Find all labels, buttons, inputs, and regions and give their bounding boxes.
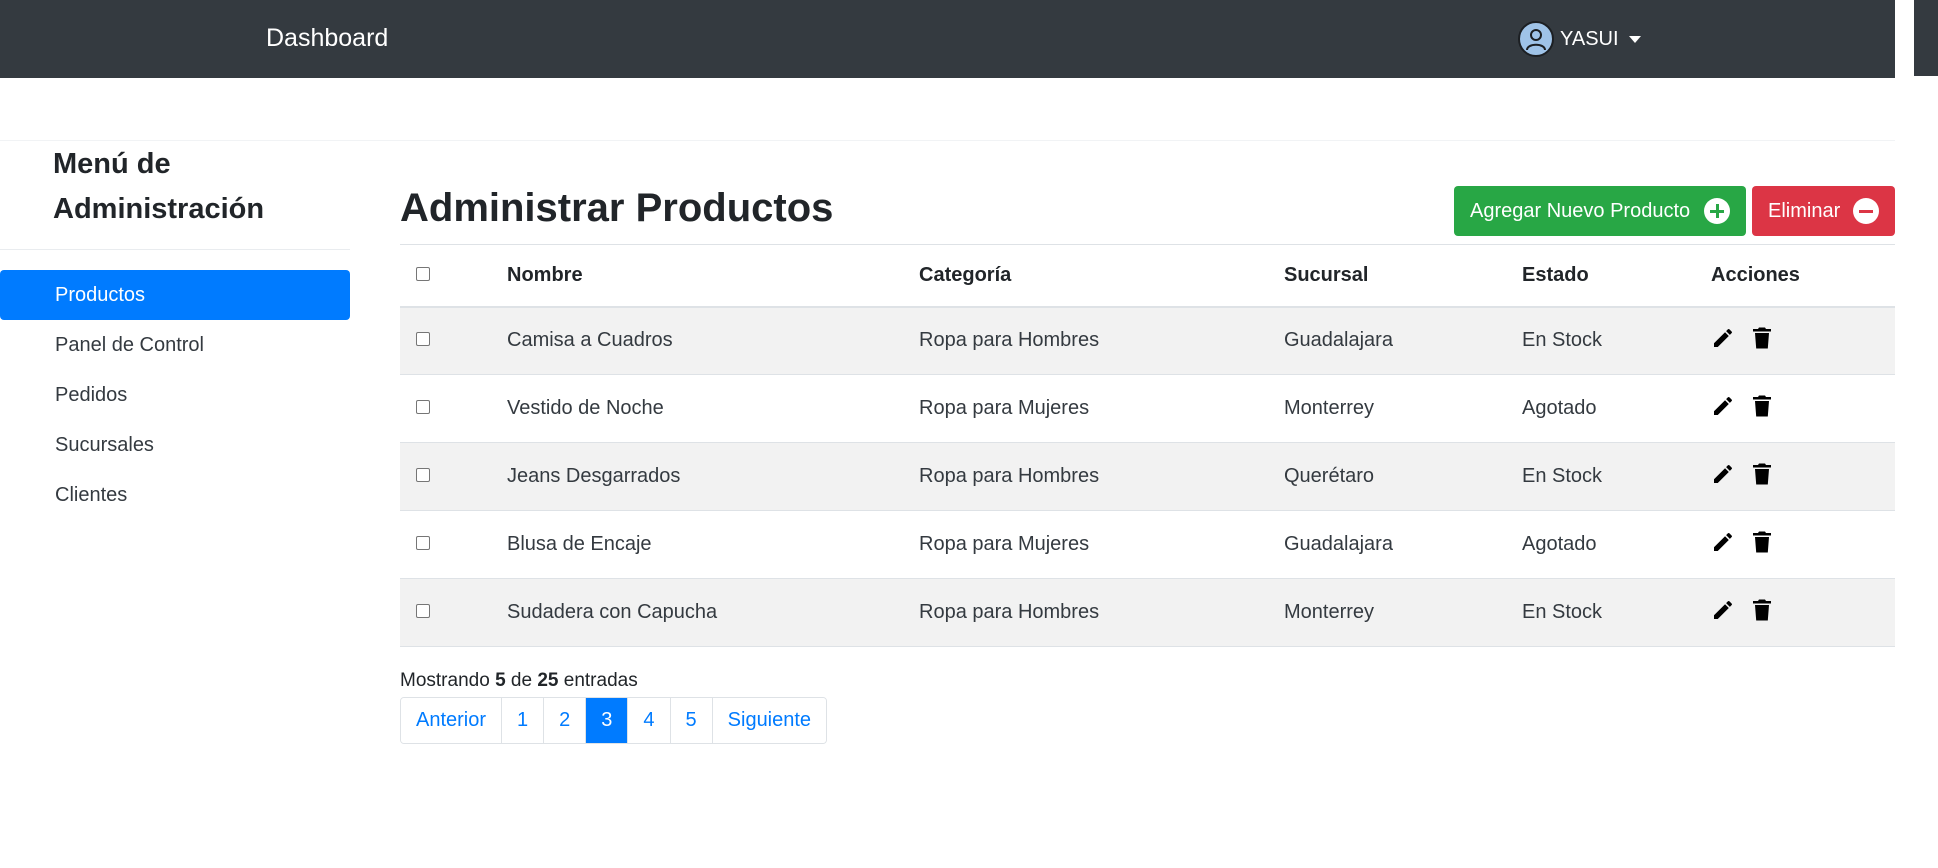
- table-row: Jeans Desgarrados Ropa para Hombres Quer…: [400, 442, 1895, 511]
- pagination-prev[interactable]: Anterior: [401, 698, 502, 743]
- row-checkbox[interactable]: [416, 468, 430, 482]
- row-select-cell: [400, 374, 507, 443]
- select-all-checkbox[interactable]: [416, 266, 430, 281]
- cell-branch: Querétaro: [1284, 442, 1522, 511]
- table-row: Sudadera con Capucha Ropa para Hombres M…: [400, 578, 1895, 647]
- top-navbar: Dashboard YASUI: [0, 0, 1895, 78]
- cell-branch: Monterrey: [1284, 374, 1522, 443]
- cell-category: Ropa para Hombres: [919, 442, 1284, 511]
- row-select-cell: [400, 510, 507, 579]
- minus-circle-icon: [1853, 198, 1879, 224]
- delete-button[interactable]: Eliminar: [1752, 186, 1895, 236]
- header-nombre: Nombre: [507, 244, 919, 308]
- shown-count: 5: [495, 670, 506, 691]
- pagination-page-2[interactable]: 2: [543, 698, 586, 743]
- sidebar-item-sucursales[interactable]: Sucursales: [0, 420, 350, 470]
- cell-status: En Stock: [1522, 442, 1711, 511]
- chevron-down-icon: [1628, 35, 1641, 43]
- edit-pencil-icon[interactable]: [1711, 394, 1735, 424]
- cell-branch: Guadalajara: [1284, 510, 1522, 579]
- cell-category: Ropa para Hombres: [919, 306, 1284, 375]
- cell-category: Ropa para Mujeres: [919, 510, 1284, 579]
- sidebar-title: Menú de Administración: [53, 148, 265, 225]
- sidebar-nav: Productos Panel de Control Pedidos Sucur…: [0, 270, 350, 520]
- trash-icon[interactable]: [1751, 462, 1773, 492]
- cell-branch: Monterrey: [1284, 578, 1522, 647]
- trash-icon[interactable]: [1751, 326, 1773, 356]
- edit-pencil-icon[interactable]: [1711, 462, 1735, 492]
- entries-suffix: entradas: [563, 670, 638, 691]
- entries-summary: Mostrando 5 de 25 entradas: [400, 670, 638, 692]
- select-all-cell: [400, 244, 507, 308]
- of-word: de: [510, 670, 533, 691]
- cell-name: Vestido de Noche: [507, 374, 919, 443]
- header-estado: Estado: [1522, 244, 1711, 308]
- brand-link[interactable]: Dashboard: [266, 24, 388, 53]
- table-row: Vestido de Noche Ropa para Mujeres Monte…: [400, 374, 1895, 443]
- cell-name: Jeans Desgarrados: [507, 442, 919, 511]
- row-select-cell: [400, 578, 507, 647]
- cell-status: En Stock: [1522, 306, 1711, 375]
- showing-prefix: Mostrando: [400, 670, 490, 691]
- page-title: Administrar Productos: [400, 186, 833, 231]
- sidebar-item-productos[interactable]: Productos: [0, 270, 350, 320]
- cell-actions: [1711, 578, 1895, 647]
- edit-pencil-icon[interactable]: [1711, 326, 1735, 356]
- cell-status: Agotado: [1522, 510, 1711, 579]
- header-categoria: Categoría: [919, 244, 1284, 308]
- header-acciones: Acciones: [1711, 244, 1895, 308]
- header-sucursal: Sucursal: [1284, 244, 1522, 308]
- row-checkbox[interactable]: [416, 604, 430, 618]
- user-name: YASUI: [1560, 27, 1619, 50]
- cell-name: Camisa a Cuadros: [507, 306, 919, 375]
- user-menu-toggle[interactable]: YASUI: [1518, 20, 1641, 58]
- delete-label: Eliminar: [1768, 199, 1841, 222]
- edit-pencil-icon[interactable]: [1711, 530, 1735, 560]
- cell-category: Ropa para Hombres: [919, 578, 1284, 647]
- plus-circle-icon: [1704, 198, 1730, 224]
- row-checkbox[interactable]: [416, 400, 430, 414]
- row-checkbox[interactable]: [416, 332, 430, 347]
- table-row: Camisa a Cuadros Ropa para Hombres Guada…: [400, 306, 1895, 375]
- sidebar-item-pedidos[interactable]: Pedidos: [0, 370, 350, 420]
- cell-status: En Stock: [1522, 578, 1711, 647]
- user-avatar-icon: [1518, 21, 1554, 57]
- row-select-cell: [400, 442, 507, 511]
- add-product-button[interactable]: Agregar Nuevo Producto: [1454, 186, 1746, 236]
- page-title-prefix: Administrar: [400, 186, 625, 230]
- page-title-bold: Productos: [635, 186, 834, 230]
- trash-icon[interactable]: [1751, 530, 1773, 560]
- table-row: Blusa de Encaje Ropa para Mujeres Guadal…: [400, 510, 1895, 579]
- pagination-page-5[interactable]: 5: [669, 698, 712, 743]
- pagination-next[interactable]: Siguiente: [711, 698, 827, 743]
- pagination-page-3[interactable]: 3: [585, 698, 628, 743]
- cell-actions: [1711, 510, 1895, 579]
- pagination-page-4[interactable]: 4: [627, 698, 670, 743]
- table-header-row: Nombre Categoría Sucursal Estado Accione…: [400, 244, 1895, 308]
- pagination-page-1[interactable]: 1: [501, 698, 544, 743]
- cell-actions: [1711, 442, 1895, 511]
- row-select-cell: [400, 306, 507, 375]
- row-checkbox[interactable]: [416, 536, 430, 550]
- divider: [0, 140, 1895, 141]
- trash-icon[interactable]: [1751, 598, 1773, 628]
- cell-branch: Guadalajara: [1284, 306, 1522, 375]
- cell-category: Ropa para Mujeres: [919, 374, 1284, 443]
- scrollbar[interactable]: [1914, 0, 1938, 76]
- cell-actions: [1711, 306, 1895, 375]
- trash-icon[interactable]: [1751, 394, 1773, 424]
- sidebar-item-clientes[interactable]: Clientes: [0, 470, 350, 520]
- cell-actions: [1711, 374, 1895, 443]
- edit-pencil-icon[interactable]: [1711, 598, 1735, 628]
- products-table: Nombre Categoría Sucursal Estado Accione…: [400, 244, 1895, 647]
- cell-name: Blusa de Encaje: [507, 510, 919, 579]
- total-count: 25: [537, 670, 559, 691]
- cell-name: Sudadera con Capucha: [507, 578, 919, 647]
- pagination: Anterior 1 2 3 4 5 Siguiente: [400, 697, 828, 744]
- cell-status: Agotado: [1522, 374, 1711, 443]
- sidebar-item-panel-de-control[interactable]: Panel de Control: [0, 320, 350, 370]
- add-product-label: Agregar Nuevo Producto: [1470, 199, 1691, 222]
- sidebar-divider: [0, 249, 350, 250]
